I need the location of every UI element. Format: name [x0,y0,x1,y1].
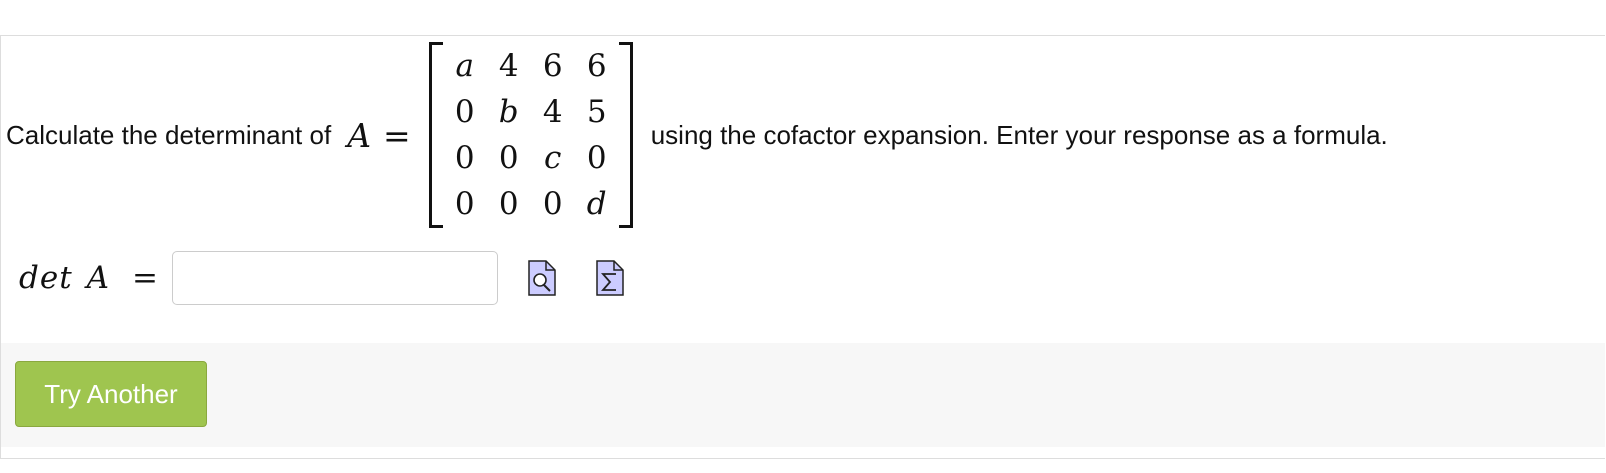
matrix-grid: a4660b4500c0000d [443,43,619,227]
matrix: a4660b4500c0000d [428,42,633,228]
det-symbol: A [86,260,111,296]
problem-text-after: using the cofactor expansion. Enter your… [650,119,1388,150]
footer-bar: Try Another [1,343,1605,447]
problem-card: Calculate the determinant of A = a4660b4… [0,35,1605,459]
matrix-cell-r4-c4: d [586,186,607,222]
matrix-symbol: A [347,115,372,155]
matrix-cell-r3-c4: 0 [586,140,607,176]
equation-editor-icon[interactable] [596,260,624,296]
try-another-button[interactable]: Try Another [15,361,207,427]
matrix-cell-r2-c4: 5 [586,94,607,130]
matrix-cell-r1-c1: a [455,48,474,84]
answer-equals-sign: = [132,260,159,296]
equals-sign: = [383,115,411,155]
matrix-cell-r4-c1: 0 [454,186,475,222]
det-function: det [19,260,73,296]
matrix-right-bracket [618,42,633,228]
problem-text-before: Calculate the determinant of [6,119,332,150]
answer-input[interactable] [172,251,499,305]
matrix-cell-r3-c2: 0 [498,140,519,176]
matrix-cell-r1-c2: 4 [498,48,519,84]
matrix-cell-r4-c3: 0 [542,186,563,222]
matrix-cell-r1-c3: 6 [542,48,563,84]
matrix-cell-r1-c4: 6 [586,48,607,84]
det-label: det A [19,260,110,296]
matrix-cell-r3-c3: c [544,140,562,176]
matrix-left-bracket [428,42,443,228]
matrix-cell-r2-c2: b [498,94,519,130]
problem-statement: Calculate the determinant of A = a4660b4… [6,40,1388,230]
matrix-cell-r2-c3: 4 [542,94,563,130]
matrix-cell-r3-c1: 0 [454,140,475,176]
preview-document-icon[interactable] [528,260,556,296]
answer-row: det A = [19,248,624,308]
matrix-cell-r2-c1: 0 [454,94,475,130]
matrix-cell-r4-c2: 0 [498,186,519,222]
